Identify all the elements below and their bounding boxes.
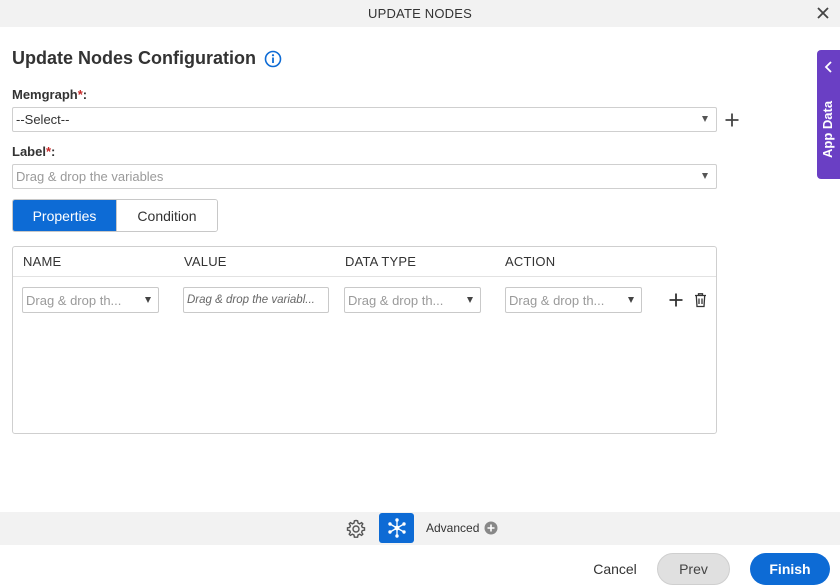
- name-select-placeholder: Drag & drop th...: [26, 292, 122, 308]
- tab-properties[interactable]: Properties: [13, 200, 116, 231]
- info-icon[interactable]: [264, 50, 282, 68]
- cancel-button[interactable]: Cancel: [586, 553, 644, 585]
- window-title: UPDATE NODES: [367, 6, 472, 21]
- gear-icon[interactable]: [345, 518, 367, 540]
- label-field-label: Label*:: [12, 144, 55, 159]
- app-data-label: App Data: [820, 100, 835, 158]
- label-suffix: :: [51, 144, 56, 159]
- label-field-label-text: Label: [12, 144, 46, 159]
- chevron-left-icon: [824, 60, 833, 78]
- page-heading: Update Nodes Configuration: [12, 48, 282, 69]
- column-header-name: NAME: [23, 254, 62, 269]
- memgraph-label: Memgraph*:: [12, 87, 87, 102]
- label-suffix: :: [82, 87, 88, 102]
- data-type-select[interactable]: Drag & drop th...: [344, 287, 481, 313]
- node-diagram-button[interactable]: [379, 513, 414, 543]
- label-select[interactable]: Drag & drop the variables: [12, 164, 717, 189]
- finish-button[interactable]: Finish: [750, 553, 830, 585]
- prev-button[interactable]: Prev: [657, 553, 730, 585]
- action-select-placeholder: Drag & drop th...: [509, 292, 605, 308]
- delete-row-icon[interactable]: [692, 292, 708, 308]
- app-data-panel-tab[interactable]: App Data: [817, 50, 840, 179]
- advanced-toggle[interactable]: Advanced: [426, 521, 498, 535]
- chevron-down-icon: [628, 297, 634, 303]
- table-header: NAME VALUE DATA TYPE ACTION: [13, 247, 716, 277]
- data-type-select-placeholder: Drag & drop th...: [348, 292, 444, 308]
- column-header-action: ACTION: [505, 254, 556, 269]
- bottom-toolbar: Advanced: [0, 512, 840, 545]
- value-input-placeholder: Drag & drop the variabl...: [187, 294, 315, 306]
- column-header-value: VALUE: [184, 254, 227, 269]
- column-header-data-type: DATA TYPE: [345, 254, 417, 269]
- properties-table: NAME VALUE DATA TYPE ACTION Drag & drop …: [12, 246, 717, 434]
- title-bar: UPDATE NODES: [0, 0, 840, 27]
- chevron-down-icon: [702, 116, 708, 122]
- close-icon[interactable]: [814, 4, 832, 22]
- chevron-down-icon: [467, 297, 473, 303]
- value-input[interactable]: Drag & drop the variabl...: [183, 287, 329, 313]
- memgraph-label-text: Memgraph: [12, 87, 78, 102]
- chevron-down-icon: [145, 297, 151, 303]
- memgraph-select-value: --Select--: [16, 112, 70, 127]
- add-memgraph-button[interactable]: [723, 111, 741, 129]
- tab-condition[interactable]: Condition: [116, 200, 217, 231]
- memgraph-select[interactable]: --Select--: [12, 107, 717, 132]
- chevron-down-icon: [702, 173, 708, 179]
- page-title: Update Nodes Configuration: [12, 48, 256, 68]
- node-network-icon: [387, 518, 406, 538]
- add-row-icon[interactable]: [668, 292, 684, 308]
- name-select[interactable]: Drag & drop th...: [22, 287, 159, 313]
- advanced-label: Advanced: [426, 521, 480, 535]
- action-select[interactable]: Drag & drop th...: [505, 287, 642, 313]
- plus-circle-icon: [484, 521, 498, 535]
- label-select-placeholder: Drag & drop the variables: [16, 169, 164, 184]
- tab-bar: Properties Condition: [12, 199, 218, 232]
